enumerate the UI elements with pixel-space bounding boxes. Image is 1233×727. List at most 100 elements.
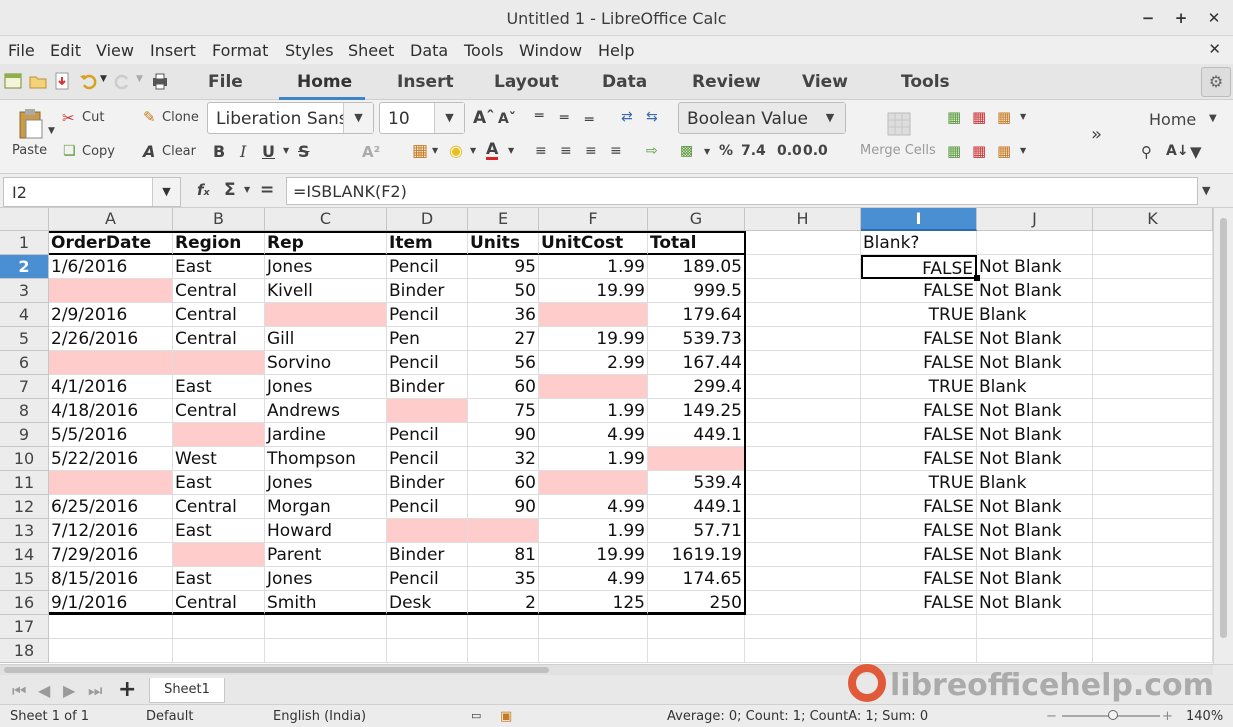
cell-j11[interactable]: Blank <box>977 471 1093 495</box>
cell-h3[interactable] <box>745 279 861 303</box>
cell-f6[interactable]: 2.99 <box>539 351 648 375</box>
find-replace-icon[interactable]: ⚲ <box>1141 143 1152 161</box>
copy-icon[interactable]: ❏ <box>63 143 76 159</box>
cell-b18[interactable] <box>173 639 265 663</box>
cell-b17[interactable] <box>173 615 265 639</box>
cell-f9[interactable]: 4.99 <box>539 423 648 447</box>
doc-modified-icon[interactable]: ▣ <box>500 709 512 724</box>
cell-h15[interactable] <box>745 567 861 591</box>
cell-g8[interactable]: 149.25 <box>648 399 745 423</box>
cell-a14[interactable]: 7/29/2016 <box>49 543 173 567</box>
cell-f10[interactable]: 1.99 <box>539 447 648 471</box>
cell-k7[interactable] <box>1093 375 1213 399</box>
previous-sheet-icon[interactable]: ◀ <box>38 681 50 700</box>
cell-i10[interactable]: FALSE <box>861 447 977 471</box>
align-middle-icon[interactable]: ═ <box>560 110 568 126</box>
row-header-10[interactable]: 10 <box>0 447 49 471</box>
cell-f2[interactable]: 1.99 <box>539 255 648 279</box>
cell-b10[interactable]: West <box>173 447 265 471</box>
cell-i5[interactable]: FALSE <box>861 327 977 351</box>
font-name-combo[interactable]: Liberation Sans ▼ <box>207 102 374 134</box>
cell-f16[interactable]: 125 <box>539 591 648 615</box>
column-header-h[interactable]: H <box>745 208 861 231</box>
formula-input[interactable]: =ISBLANK(F2) <box>286 177 1198 205</box>
cell-c13[interactable]: Howard <box>265 519 387 543</box>
strikethrough-icon[interactable]: S <box>298 142 310 161</box>
cell-g7[interactable]: 299.4 <box>648 375 745 399</box>
shrink-font-icon[interactable]: Aˇ <box>498 111 516 127</box>
underline-icon[interactable]: U <box>262 142 275 161</box>
paste-dropdown-icon[interactable]: ▼ <box>48 126 55 136</box>
cell-c5[interactable]: Gill <box>265 327 387 351</box>
cell-k8[interactable] <box>1093 399 1213 423</box>
cell-b1[interactable]: Region <box>173 231 265 255</box>
cell-h13[interactable] <box>745 519 861 543</box>
underline-dropdown-icon[interactable]: ▼ <box>283 146 289 155</box>
row-header-11[interactable]: 11 <box>0 471 49 495</box>
vertical-scroll-thumb[interactable] <box>1220 218 1227 638</box>
cell-g4[interactable]: 179.64 <box>648 303 745 327</box>
rows-menu-icon[interactable]: ▦ <box>997 108 1011 126</box>
row-header-8[interactable]: 8 <box>0 399 49 423</box>
chevron-down-icon[interactable]: ▼ <box>1209 113 1217 124</box>
cell-k18[interactable] <box>1093 639 1213 663</box>
chevron-down-icon[interactable]: ▼ <box>815 103 845 133</box>
row-header-14[interactable]: 14 <box>0 543 49 567</box>
cell-i6[interactable]: FALSE <box>861 351 977 375</box>
cell-f18[interactable] <box>539 639 648 663</box>
cell-b14[interactable] <box>173 543 265 567</box>
cell-j6[interactable]: Not Blank <box>977 351 1093 375</box>
cell-j17[interactable] <box>977 615 1093 639</box>
cell-h7[interactable] <box>745 375 861 399</box>
cell-f15[interactable]: 4.99 <box>539 567 648 591</box>
tab-file[interactable]: File <box>208 72 243 92</box>
cell-e3[interactable]: 50 <box>468 279 539 303</box>
cell-k4[interactable] <box>1093 303 1213 327</box>
column-header-j[interactable]: J <box>977 208 1093 231</box>
menu-view[interactable]: View <box>96 41 134 60</box>
cell-a5[interactable]: 2/26/2016 <box>49 327 173 351</box>
cell-h17[interactable] <box>745 615 861 639</box>
columns-menu-icon[interactable]: ▦ <box>997 142 1011 160</box>
indent-icon[interactable]: ⇨ <box>646 143 658 159</box>
column-header-d[interactable]: D <box>387 208 468 231</box>
select-all-corner[interactable] <box>0 208 49 231</box>
cell-g17[interactable] <box>648 615 745 639</box>
cell-d18[interactable] <box>387 639 468 663</box>
cell-c7[interactable]: Jones <box>265 375 387 399</box>
column-header-a[interactable]: A <box>49 208 173 231</box>
expand-formula-icon[interactable]: ▼ <box>1202 184 1210 197</box>
spreadsheet-grid[interactable]: A B C D E F G H I J K 1 OrderDate Region Rep Item Units U… <box>0 208 1233 664</box>
vertical-scrollbar[interactable] <box>1213 208 1233 664</box>
cell-f1[interactable]: UnitCost <box>539 231 648 255</box>
zoom-slider-handle[interactable] <box>1108 710 1118 720</box>
cell-e12[interactable]: 90 <box>468 495 539 519</box>
cell-d17[interactable] <box>387 615 468 639</box>
add-decimal-icon[interactable]: 0.0 <box>777 143 802 159</box>
cell-a17[interactable] <box>49 615 173 639</box>
cell-k9[interactable] <box>1093 423 1213 447</box>
currency-format-icon[interactable]: ▩ <box>680 143 693 159</box>
cell-b7[interactable]: East <box>173 375 265 399</box>
cell-c15[interactable]: Jones <box>265 567 387 591</box>
undo-icon[interactable] <box>78 71 98 91</box>
close-window-button[interactable]: ✕ <box>1202 6 1226 30</box>
cell-a12[interactable]: 6/25/2016 <box>49 495 173 519</box>
save-icon[interactable] <box>52 71 72 91</box>
open-folder-icon[interactable] <box>28 71 48 91</box>
background-color-dropdown-icon[interactable]: ▼ <box>470 146 476 155</box>
cell-e1[interactable]: Units <box>468 231 539 255</box>
cell-f11[interactable] <box>539 471 648 495</box>
cell-e11[interactable]: 60 <box>468 471 539 495</box>
cell-j15[interactable]: Not Blank <box>977 567 1093 591</box>
align-right-icon[interactable]: ≡ <box>585 143 597 159</box>
page-style[interactable]: Default <box>146 709 194 724</box>
cell-g5[interactable]: 539.73 <box>648 327 745 351</box>
cell-e10[interactable]: 32 <box>468 447 539 471</box>
cell-c4[interactable] <box>265 303 387 327</box>
first-sheet-icon[interactable]: ⏮ <box>12 681 26 701</box>
cell-i12[interactable]: FALSE <box>861 495 977 519</box>
maximize-button[interactable]: + <box>1169 6 1193 30</box>
column-header-g[interactable]: G <box>648 208 745 231</box>
cell-style-combo[interactable]: Boolean Value ▼ <box>678 102 846 134</box>
